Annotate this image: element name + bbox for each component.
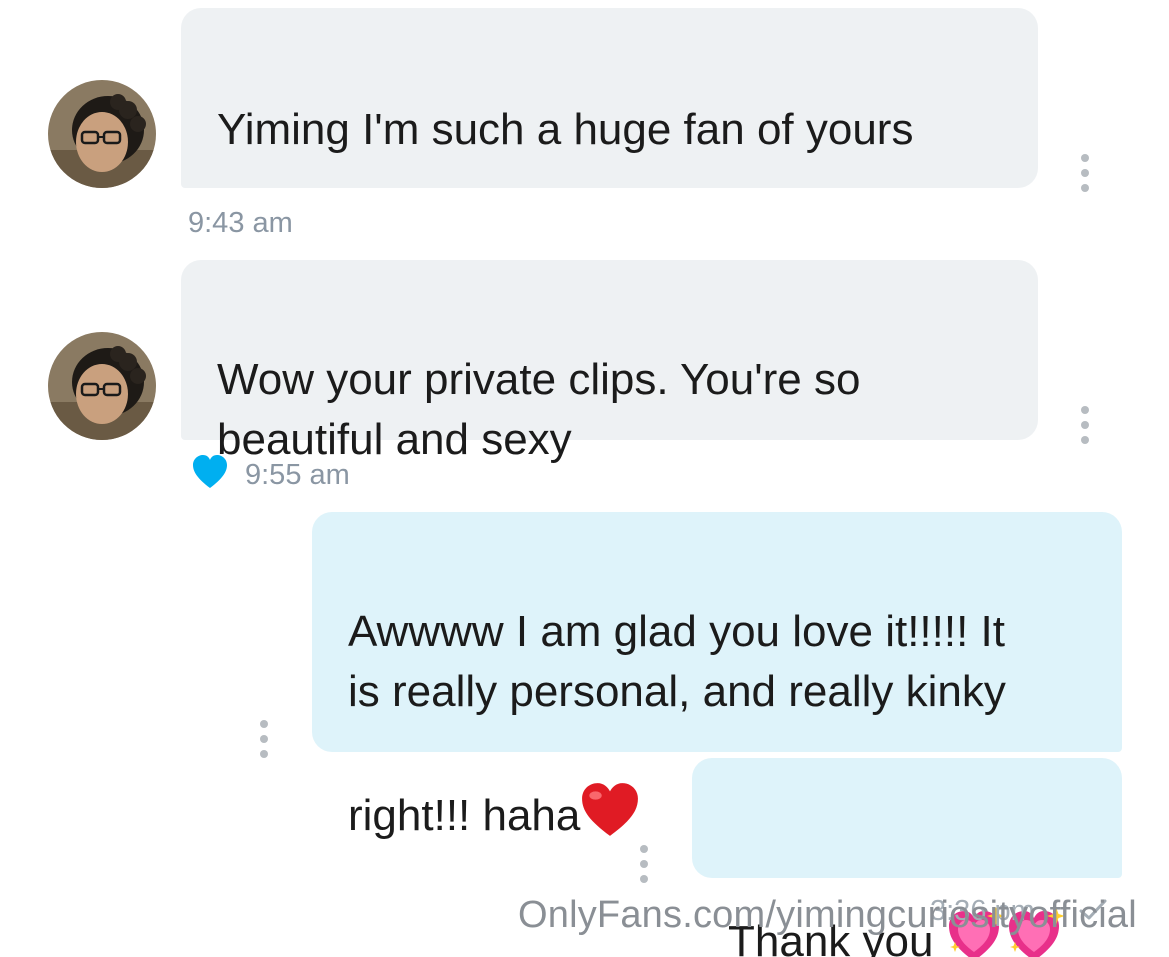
- message-menu-icon[interactable]: [1079, 406, 1091, 444]
- message-menu-icon[interactable]: [638, 845, 650, 883]
- sender-avatar[interactable]: [48, 332, 156, 440]
- message-bubble[interactable]: Yiming I'm such a huge fan of yours: [181, 8, 1038, 332]
- watermark-text: OnlyFans.com/yimingcuriosityofficial: [518, 894, 1137, 936]
- message-text: Wow your private clips. You're so beauti…: [217, 355, 861, 464]
- message-menu-icon[interactable]: [258, 720, 270, 758]
- red-heart-emoji: [580, 722, 640, 854]
- message-timestamp: 9:43 am: [188, 207, 293, 239]
- liked-heart-icon[interactable]: [192, 455, 228, 494]
- message-bubble[interactable]: Thank you: [692, 758, 1122, 957]
- message-menu-icon[interactable]: [1079, 154, 1091, 192]
- message-bubble[interactable]: Wow your private clips. You're so beauti…: [181, 260, 1038, 464]
- message-text: Yiming I'm such a huge fan of yours: [217, 105, 914, 154]
- chat-thread: Yiming I'm such a huge fan of yours 9:43…: [0, 0, 1169, 957]
- sender-avatar[interactable]: [48, 80, 156, 188]
- message-bubble[interactable]: Awwww I am glad you love it!!!!! It is r…: [312, 512, 1122, 840]
- message-timestamp: 9:55 am: [245, 459, 350, 491]
